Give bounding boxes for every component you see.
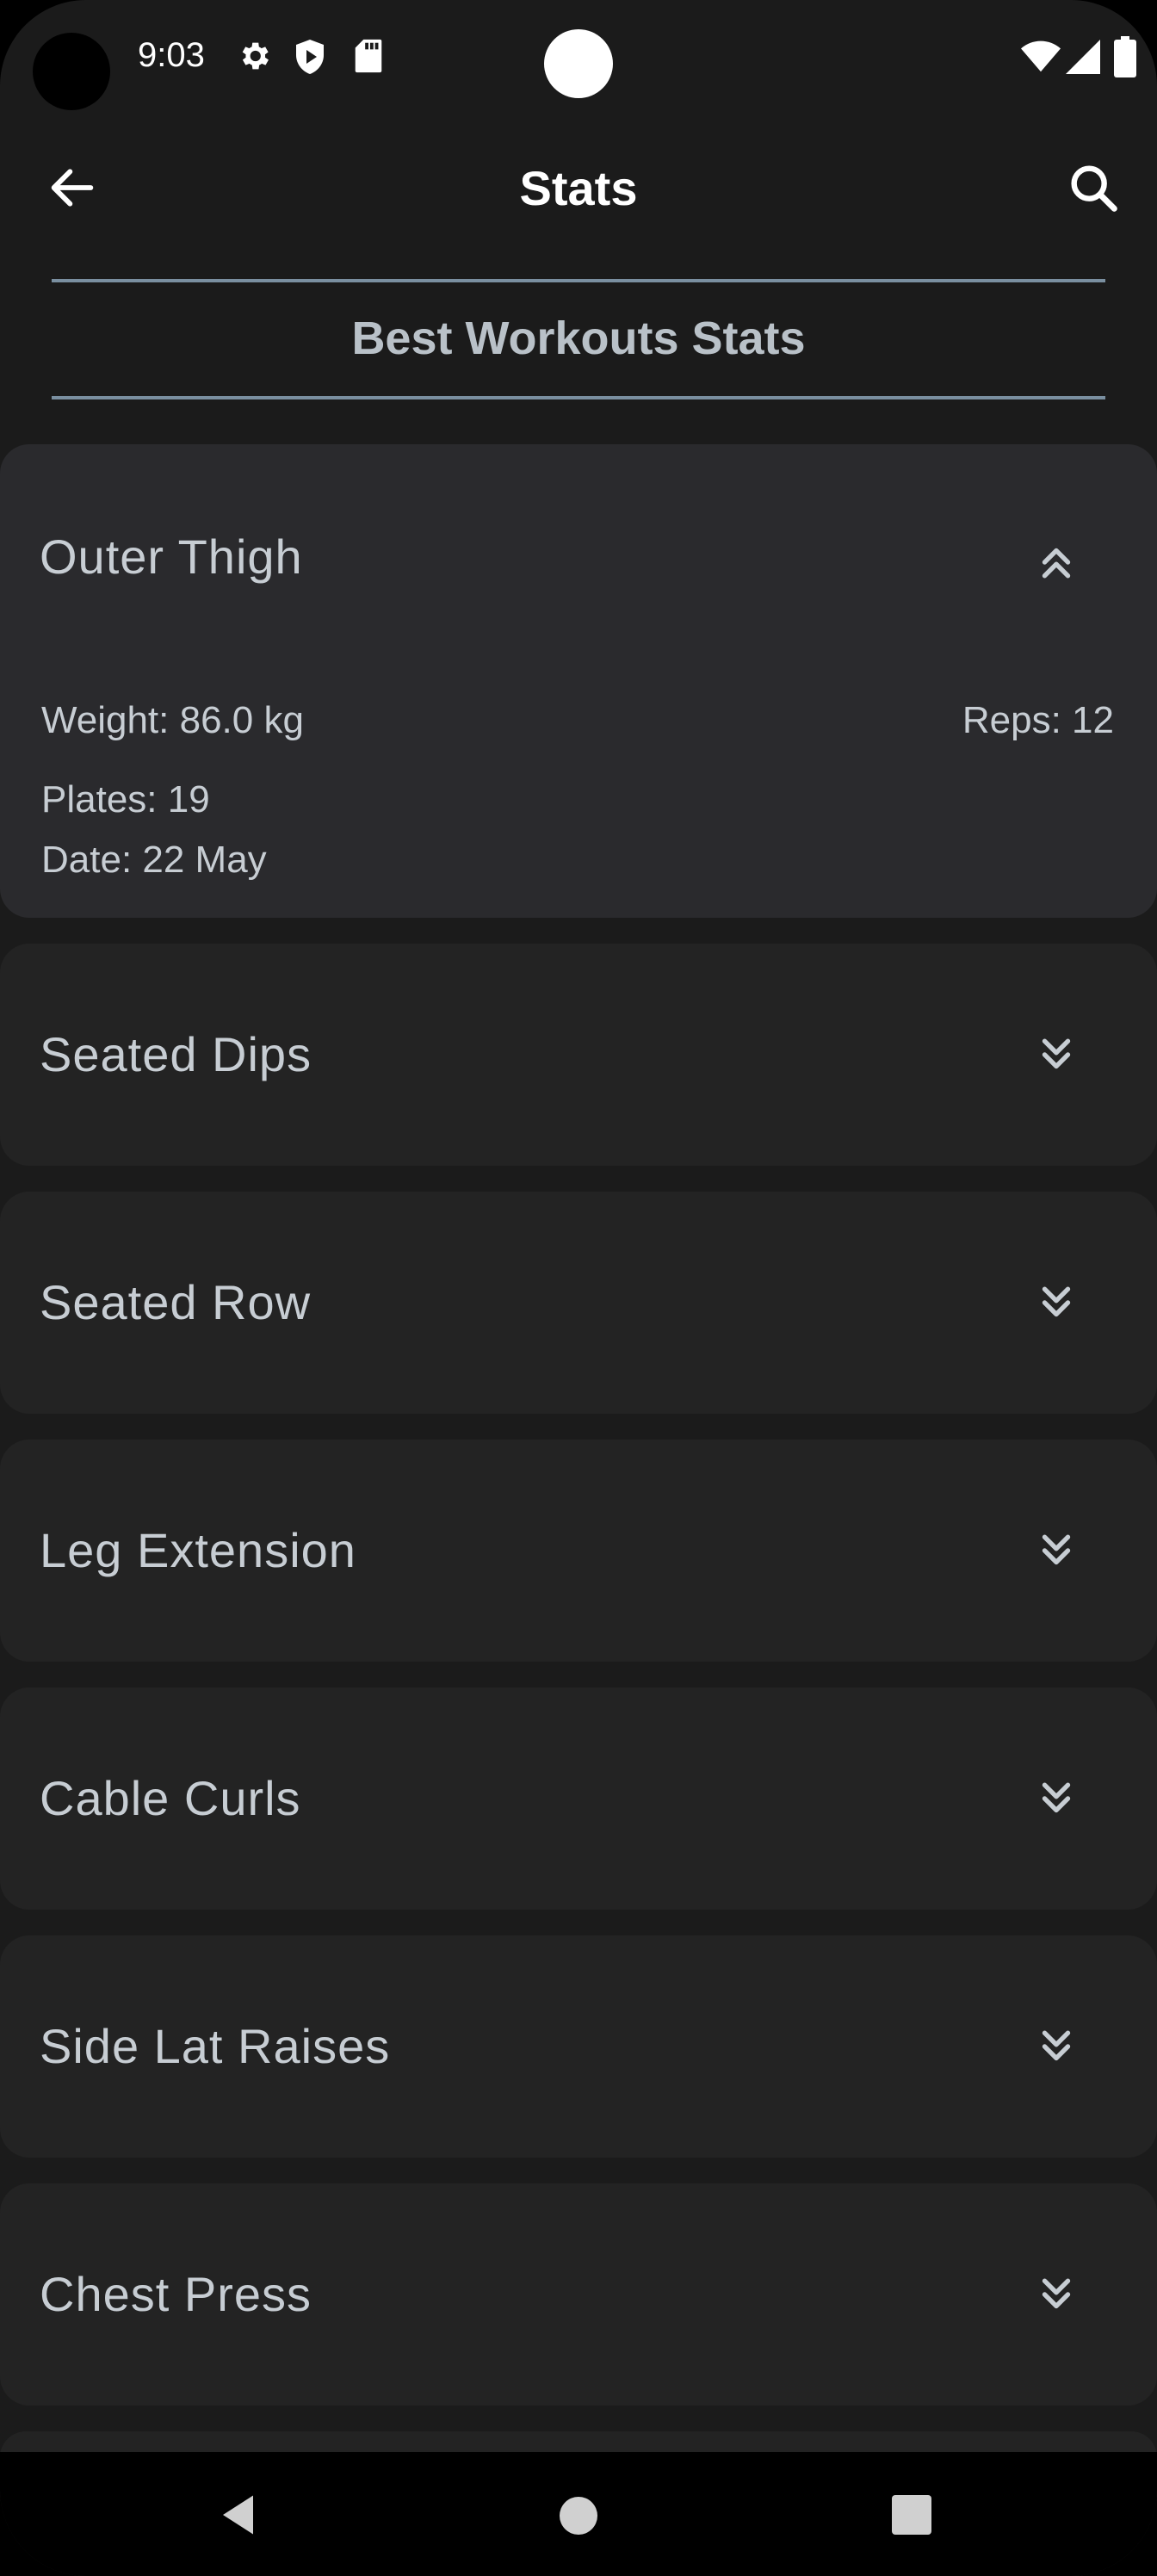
chevron-double-up-icon[interactable] xyxy=(1033,539,1080,585)
workout-reps: Reps: 12 xyxy=(962,699,1114,741)
workout-name: Chest Press xyxy=(40,2267,312,2321)
front-camera xyxy=(544,29,613,98)
search-button[interactable] xyxy=(1064,158,1124,219)
page-title: Stats xyxy=(519,161,638,215)
sd-card-icon xyxy=(355,39,382,73)
section-title: Best Workouts Stats xyxy=(351,313,806,364)
signal-icon xyxy=(1066,40,1100,74)
section-divider-bottom xyxy=(52,396,1105,399)
chevron-double-down-icon[interactable] xyxy=(1033,1031,1080,1078)
workout-plates: Plates: 19 xyxy=(41,778,210,820)
chevron-double-down-icon[interactable] xyxy=(1033,2271,1080,2318)
workout-name: Seated Row xyxy=(40,1275,312,1329)
workout-card-side-lat-raises[interactable]: Side Lat Raises xyxy=(0,1935,1157,2158)
workout-card-outer-thigh[interactable]: Outer Thigh Weight: 86.0 kg Reps: 12 Pla… xyxy=(0,444,1157,918)
workout-weight: Weight: 86.0 kg xyxy=(41,699,304,741)
workout-card-seated-row[interactable]: Seated Row xyxy=(0,1192,1157,1414)
nav-back-icon[interactable] xyxy=(219,2493,262,2536)
camera-cutout xyxy=(33,33,110,110)
search-icon xyxy=(1071,165,1117,212)
section-divider-top xyxy=(52,279,1105,282)
workout-name: Outer Thigh xyxy=(40,529,303,584)
gear-icon xyxy=(242,42,269,70)
wifi-icon xyxy=(1021,40,1061,72)
chevron-double-down-icon[interactable] xyxy=(1033,2023,1080,2070)
screen: 9:03 Stats Best Workouts Stats Outer Thi… xyxy=(0,0,1157,2576)
workout-name: Seated Dips xyxy=(40,1027,312,1081)
chevron-double-down-icon[interactable] xyxy=(1033,1775,1080,1822)
nav-home-button[interactable] xyxy=(560,2497,597,2535)
workout-name: Side Lat Raises xyxy=(40,2019,391,2073)
status-bar: 9:03 xyxy=(0,0,1157,121)
chevron-double-down-icon[interactable] xyxy=(1033,1279,1080,1326)
workout-card-chest-press[interactable]: Chest Press xyxy=(0,2183,1157,2406)
workout-card-cable-curls[interactable]: Cable Curls xyxy=(0,1687,1157,1910)
chevron-double-down-icon[interactable] xyxy=(1033,1527,1080,1574)
workout-card-seated-dips[interactable]: Seated Dips xyxy=(0,944,1157,1166)
nav-recents-button[interactable] xyxy=(892,2495,931,2535)
status-time: 9:03 xyxy=(138,36,205,74)
workout-name: Cable Curls xyxy=(40,1771,301,1825)
workout-card-leg-extension[interactable]: Leg Extension xyxy=(0,1440,1157,1662)
workout-date: Date: 22 May xyxy=(41,839,267,881)
battery-icon xyxy=(1114,36,1136,77)
workout-name: Leg Extension xyxy=(40,1523,356,1577)
shield-play-icon xyxy=(296,40,324,74)
